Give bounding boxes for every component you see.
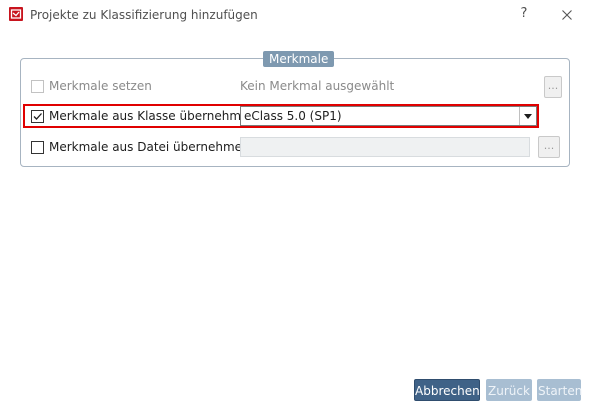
cancel-button[interactable]: Abbrechen	[414, 379, 480, 401]
title-bar: Projekte zu Klassifizierung hinzufügen ?	[0, 0, 589, 30]
merkmale-setzen-checkbox[interactable]	[31, 80, 44, 93]
close-icon	[562, 10, 572, 20]
choose-merkmal-button[interactable]: ...	[544, 76, 562, 98]
window-title: Projekte zu Klassifizierung hinzufügen	[30, 8, 258, 22]
close-button[interactable]	[559, 7, 575, 23]
dropdown-arrow[interactable]	[519, 107, 536, 125]
start-button[interactable]: Starten	[537, 379, 582, 401]
datei-path-input[interactable]	[240, 137, 530, 157]
checkmark-icon	[33, 113, 42, 120]
datei-label: Merkmale aus Datei übernehmen	[49, 140, 250, 154]
klasse-selected-value: eClass 5.0 (SP1)	[244, 109, 342, 123]
merkmal-status-text: Kein Merkmal ausgewählt	[240, 79, 395, 93]
klasse-combobox[interactable]: eClass 5.0 (SP1)	[240, 106, 537, 126]
help-button[interactable]: ?	[517, 6, 531, 24]
chevron-down-icon	[524, 114, 532, 119]
app-logo-icon	[9, 7, 23, 21]
back-button[interactable]: Zurück	[486, 379, 532, 401]
klasse-label: Merkmale aus Klasse übernehmen	[49, 109, 257, 123]
klasse-checkbox[interactable]	[31, 110, 44, 123]
group-caption: Merkmale	[263, 51, 335, 67]
browse-file-button[interactable]: ...	[538, 136, 560, 158]
datei-checkbox[interactable]	[31, 141, 44, 154]
merkmale-setzen-label: Merkmale setzen	[49, 79, 152, 93]
